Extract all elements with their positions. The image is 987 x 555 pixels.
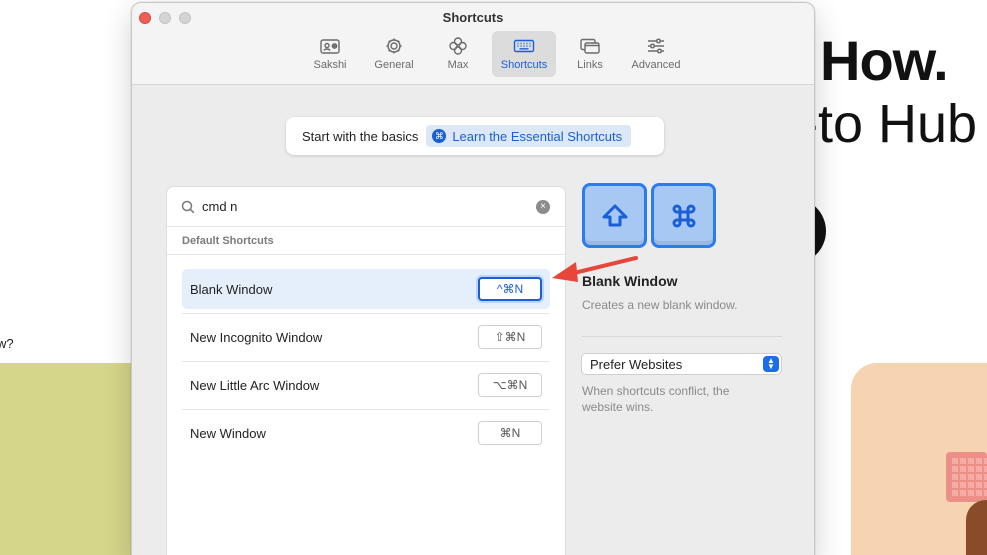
search-bar[interactable]: cmd n × [167,187,565,227]
shortcut-keycap[interactable]: ⌘N [478,421,542,445]
default-shortcuts-heading: Default Shortcuts [167,227,565,255]
shortcut-keycap[interactable]: ⇧⌘N [478,325,542,349]
basics-text: Start with the basics [302,128,419,144]
shortcut-label: Blank Window [190,281,273,297]
shortcut-label: New Incognito Window [190,329,323,345]
shortcut-keycap[interactable]: ^⌘N [478,277,542,301]
shortcut-row-new-window[interactable]: New Window ⌘N [182,413,550,453]
shortcut-label: New Little Arc Window [190,377,320,393]
search-icon [181,200,195,213]
shortcut-row-new-incognito-window[interactable]: New Incognito Window ⇧⌘N [182,317,550,362]
windows-icon [580,38,600,54]
detail-divider [582,336,782,337]
command-symbol-icon [672,204,695,227]
clear-search-icon[interactable]: × [536,200,550,214]
shortcuts-settings-window: Shortcuts Sakshi General Max Shortcuts L… [131,2,815,555]
basics-banner: Start with the basics ⌘ Learn the Essent… [286,117,664,155]
tab-max[interactable]: Max [428,31,488,77]
command-key [651,183,716,248]
shortcut-row-blank-window[interactable]: Blank Window ^⌘N [182,269,550,314]
conflict-hint: When shortcuts conflict, the website win… [582,384,730,414]
shortcut-key-preview [582,183,716,248]
detail-description: Creates a new blank window. [582,298,738,312]
shift-arrow-icon [602,204,627,226]
shortcut-label: New Window [190,425,266,441]
tab-advanced[interactable]: Advanced [624,31,688,77]
chevron-updown-icon: ▲ ▼ [763,356,779,372]
settings-toolbar: Sakshi General Max Shortcuts Links Advan… [300,31,692,77]
learn-shortcuts-label: Learn the Essential Shortcuts [452,128,623,144]
background-question-text: w? [0,336,14,351]
conflict-preference-value: Prefer Websites [590,356,683,372]
tab-general[interactable]: General [364,31,424,77]
window-titlebar: Shortcuts Sakshi General Max Shortcuts L… [132,3,814,85]
background-subheading: -to Hub [800,94,978,154]
background-green-card [0,363,140,555]
shortcuts-list-panel: cmd n × Default Shortcuts Blank Window ^… [166,186,566,555]
tab-shortcuts-label: Shortcuts [500,59,548,71]
annotation-arrow-icon [552,256,638,282]
tab-max-label: Max [447,59,469,71]
sliders-icon [648,38,664,54]
tab-links-label: Links [577,59,603,71]
tab-sakshi[interactable]: Sakshi [300,31,360,77]
shortcut-rows: Blank Window ^⌘N New Incognito Window ⇧⌘… [167,255,565,453]
command-icon: ⌘ [432,129,447,143]
window-title: Shortcuts [442,10,504,25]
gear-icon [386,38,402,54]
settings-content: Start with the basics ⌘ Learn the Essent… [132,85,814,555]
profile-card-icon [320,39,340,54]
tab-sakshi-label: Sakshi [313,59,347,71]
background-heading: How. [820,29,949,92]
shortcut-row-new-little-arc-window[interactable]: New Little Arc Window ⌥⌘N [182,365,550,410]
shift-key [582,183,647,248]
keyboard-icon [513,39,535,53]
shortcut-keycap[interactable]: ⌥⌘N [478,373,542,397]
tab-links[interactable]: Links [560,31,620,77]
max-flower-icon [449,37,467,55]
tab-general-label: General [374,59,414,71]
background-hand-illustration [966,500,987,555]
tab-shortcuts[interactable]: Shortcuts [492,31,556,77]
conflict-preference-select[interactable]: Prefer Websites ▲ ▼ [581,353,782,375]
search-input[interactable]: cmd n [202,199,237,214]
tab-advanced-label: Advanced [631,59,681,71]
learn-shortcuts-button[interactable]: ⌘ Learn the Essential Shortcuts [426,125,632,147]
background-keyboard-illustration [946,452,987,502]
